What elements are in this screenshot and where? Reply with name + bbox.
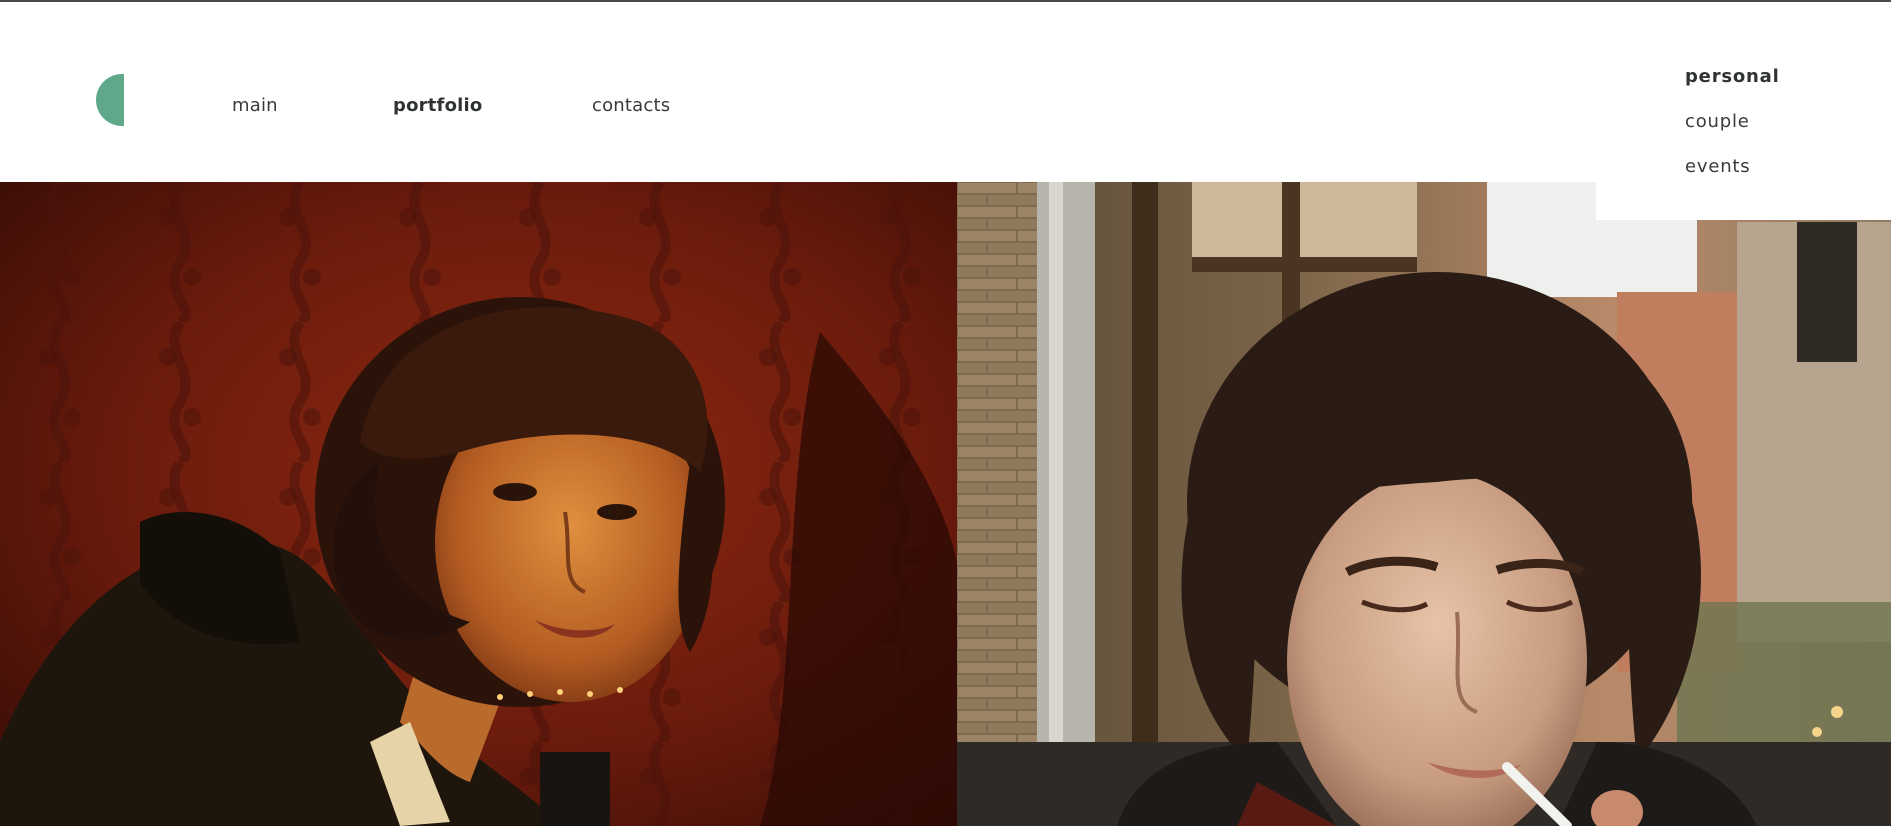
photo-right-image: [957, 182, 1891, 826]
submenu-item-couple[interactable]: couple: [1685, 111, 1750, 132]
submenu-item-events[interactable]: events: [1685, 156, 1750, 177]
portfolio-gallery: [0, 182, 1891, 826]
nav-link-portfolio[interactable]: portfolio: [393, 95, 482, 116]
nav-link-contacts[interactable]: contacts: [592, 95, 670, 116]
portfolio-photo-left[interactable]: [0, 182, 957, 826]
portfolio-submenu: personal couple events: [1596, 2, 1891, 220]
portfolio-photo-right[interactable]: [957, 182, 1891, 826]
submenu-item-personal[interactable]: personal: [1685, 66, 1780, 87]
nav-link-main[interactable]: main: [232, 95, 278, 116]
photo-left-image: [0, 182, 957, 826]
half-circle-logo-icon[interactable]: [96, 74, 124, 126]
